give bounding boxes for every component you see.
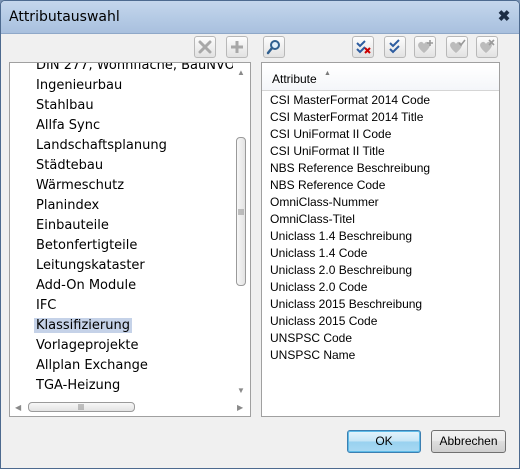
list-item[interactable]: DIN 277, Wohnfläche, BauNVO <box>10 62 235 76</box>
list-item-label: IFC <box>36 298 57 313</box>
list-item[interactable]: Allfa Sync <box>10 116 235 136</box>
delete-button[interactable] <box>194 36 216 58</box>
list-item-label: Wärmeschutz <box>36 178 125 193</box>
list-item[interactable]: NBS Reference Beschreibung <box>262 160 499 177</box>
list-item-label: Betonfertigteile <box>36 238 138 253</box>
favorite-remove-button[interactable] <box>476 36 498 58</box>
list-item[interactable]: Landschaftsplanung <box>10 136 235 156</box>
list-item-label: Planindex <box>36 198 100 213</box>
list-item[interactable]: CSI MasterFormat 2014 Title <box>262 109 499 126</box>
list-item-label: Allplan Exchange <box>36 358 148 373</box>
list-item[interactable]: Stahlbau <box>10 96 235 116</box>
delete-icon <box>198 40 212 54</box>
horizontal-scroll-thumb[interactable] <box>28 402 135 412</box>
list-item[interactable]: Add-On Module <box>10 276 235 296</box>
scroll-up-icon[interactable]: ▲ <box>237 68 245 77</box>
vertical-scrollbar[interactable]: ▲ ▼ <box>233 63 250 400</box>
list-item[interactable]: UNSPSC Name <box>262 347 499 364</box>
vertical-scroll-thumb[interactable] <box>236 137 246 286</box>
list-item[interactable]: OmniClass-Titel <box>262 211 499 228</box>
favorite-add-button[interactable] <box>414 36 436 58</box>
close-button[interactable]: ✖ <box>495 8 513 26</box>
list-item[interactable]: Uniclass 2.0 Code <box>262 279 499 296</box>
list-item[interactable]: UNSPSC Code <box>262 330 499 347</box>
list-item[interactable]: Wärmeschutz <box>10 176 235 196</box>
add-icon <box>231 41 243 53</box>
list-item[interactable]: Uniclass 2015 Code <box>262 313 499 330</box>
category-items: DIN 277, Wohnfläche, BauNVO Ingenieurbau… <box>10 62 235 396</box>
cancel-button[interactable]: Abbrechen <box>431 430 506 453</box>
list-item[interactable]: Uniclass 2.0 Beschreibung <box>262 262 499 279</box>
search-button[interactable] <box>263 36 285 58</box>
list-item[interactable]: OmniClass-Nummer <box>262 194 499 211</box>
check-all-button[interactable] <box>384 36 406 58</box>
list-item[interactable]: Uniclass 1.4 Code <box>262 245 499 262</box>
list-item[interactable]: TGA-Heizung <box>10 376 235 396</box>
ok-button[interactable]: OK <box>347 430 421 453</box>
sort-ascending-icon: ▲ <box>324 70 331 77</box>
list-item-label: Allfa Sync <box>36 118 101 133</box>
uncheck-all-button[interactable] <box>352 36 374 58</box>
category-list[interactable]: DIN 277, Wohnfläche, BauNVO Ingenieurbau… <box>9 62 251 417</box>
list-item-label: Landschaftsplanung <box>36 138 167 153</box>
list-item-label: Einbauteile <box>36 218 109 233</box>
list-item[interactable]: Leitungskataster <box>10 256 235 276</box>
list-item[interactable]: CSI UniFormat II Code <box>262 126 499 143</box>
list-item-label: Ingenieurbau <box>36 78 123 93</box>
list-item-label: Vorlageprojekte <box>36 338 139 353</box>
column-header-label: Attribute <box>272 72 317 86</box>
scroll-down-icon[interactable]: ▼ <box>237 386 245 395</box>
list-item[interactable]: Ingenieurbau <box>10 76 235 96</box>
list-item[interactable]: Uniclass 1.4 Beschreibung <box>262 228 499 245</box>
dialog-window: Attributauswahl ✖ DIN 277, Wohnfläche, B… <box>0 0 520 469</box>
window-title: Attributauswahl <box>9 9 120 25</box>
favorite-check-button[interactable] <box>446 36 468 58</box>
list-item[interactable]: Städtebau <box>10 156 235 176</box>
attribute-items: CSI MasterFormat 2014 Code CSI MasterFor… <box>262 92 499 364</box>
list-item[interactable]: CSI UniFormat II Title <box>262 143 499 160</box>
list-item-selected[interactable]: Klassifizierung <box>10 316 235 336</box>
scroll-right-icon[interactable]: ▶ <box>237 403 243 412</box>
heart-add-icon <box>418 40 433 53</box>
list-item[interactable]: Allplan Exchange <box>10 356 235 376</box>
scroll-left-icon[interactable]: ◀ <box>15 403 21 412</box>
list-item-label: Städtebau <box>36 158 104 173</box>
title-bar[interactable]: Attributauswahl ✖ <box>1 1 519 34</box>
uncheck-all-icon <box>356 40 371 54</box>
list-item[interactable]: Einbauteile <box>10 216 235 236</box>
list-item-label: Leitungskataster <box>36 258 145 273</box>
list-item[interactable]: Vorlageprojekte <box>10 336 235 356</box>
list-item-label: Klassifizierung <box>34 318 132 333</box>
attribute-list[interactable]: Attribute ▲ CSI MasterFormat 2014 Code C… <box>261 62 500 417</box>
horizontal-scrollbar[interactable]: ◀ ▶ <box>10 399 250 416</box>
list-item-label: Stahlbau <box>36 98 94 113</box>
heart-remove-icon <box>480 39 495 53</box>
column-header-attribute[interactable]: Attribute ▲ <box>262 66 499 91</box>
grip-icon <box>78 404 84 410</box>
list-item[interactable]: Uniclass 2015 Beschreibung <box>262 296 499 313</box>
list-item-label: Add-On Module <box>36 278 137 293</box>
list-item[interactable]: Betonfertigteile <box>10 236 235 256</box>
list-item-label: DIN 277, Wohnfläche, BauNVO <box>36 62 235 73</box>
grip-icon <box>238 209 244 215</box>
check-all-icon <box>389 39 400 54</box>
list-item[interactable]: NBS Reference Code <box>262 177 499 194</box>
search-icon <box>266 40 280 55</box>
list-item[interactable]: Planindex <box>10 196 235 216</box>
list-item[interactable]: CSI MasterFormat 2014 Code <box>262 92 499 109</box>
list-item-label: TGA-Heizung <box>36 378 121 393</box>
list-item[interactable]: IFC <box>10 296 235 316</box>
add-button[interactable] <box>226 36 248 58</box>
heart-check-icon <box>450 39 466 53</box>
